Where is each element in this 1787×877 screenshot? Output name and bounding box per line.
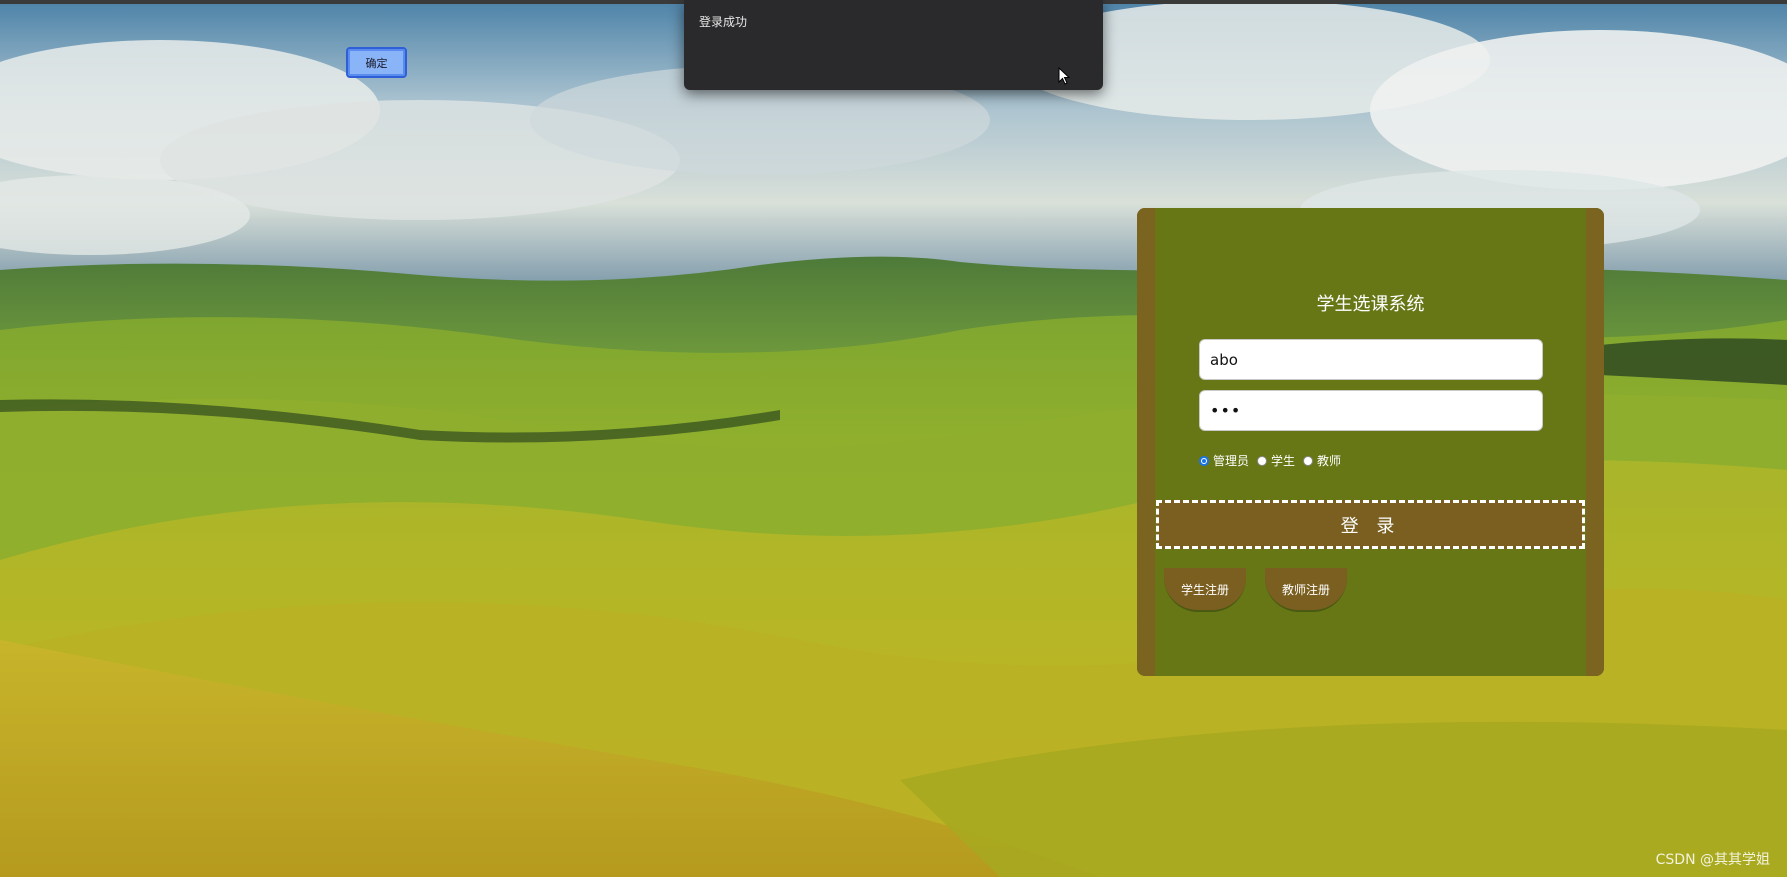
mouse-cursor-icon: [1058, 67, 1070, 85]
panel-left-edge: [1137, 208, 1155, 676]
radio-admin[interactable]: [1199, 455, 1209, 466]
role-teacher-label: 教师: [1317, 454, 1342, 468]
radio-teacher[interactable]: [1303, 455, 1314, 466]
alert-message: 登录成功: [699, 15, 748, 29]
role-student[interactable]: 学生: [1257, 452, 1295, 469]
role-admin-label: 管理员: [1213, 454, 1250, 468]
system-title: 学生选课系统: [1316, 294, 1425, 315]
login-button[interactable]: 登 录: [1156, 500, 1585, 549]
watermark: CSDN @其其学姐: [1655, 852, 1770, 868]
username-input[interactable]: abo: [1199, 339, 1543, 380]
panel-right-edge: [1586, 208, 1604, 676]
teacher-register-button[interactable]: 教师注册: [1265, 568, 1347, 612]
login-panel: 学生选课系统 abo ••• 管理员 学生 教师 登 录 学生注册 教师注册: [1137, 208, 1604, 676]
role-selector: 管理员 学生 教师: [1199, 452, 1349, 469]
ok-button[interactable]: 确定: [346, 47, 407, 78]
alert-dialog: 登录成功: [684, 0, 1103, 90]
role-teacher[interactable]: 教师: [1303, 452, 1341, 469]
password-input[interactable]: •••: [1199, 390, 1543, 431]
radio-student[interactable]: [1257, 455, 1268, 466]
role-student-label: 学生: [1271, 454, 1296, 468]
student-register-button[interactable]: 学生注册: [1164, 568, 1246, 612]
role-admin[interactable]: 管理员: [1199, 452, 1249, 469]
